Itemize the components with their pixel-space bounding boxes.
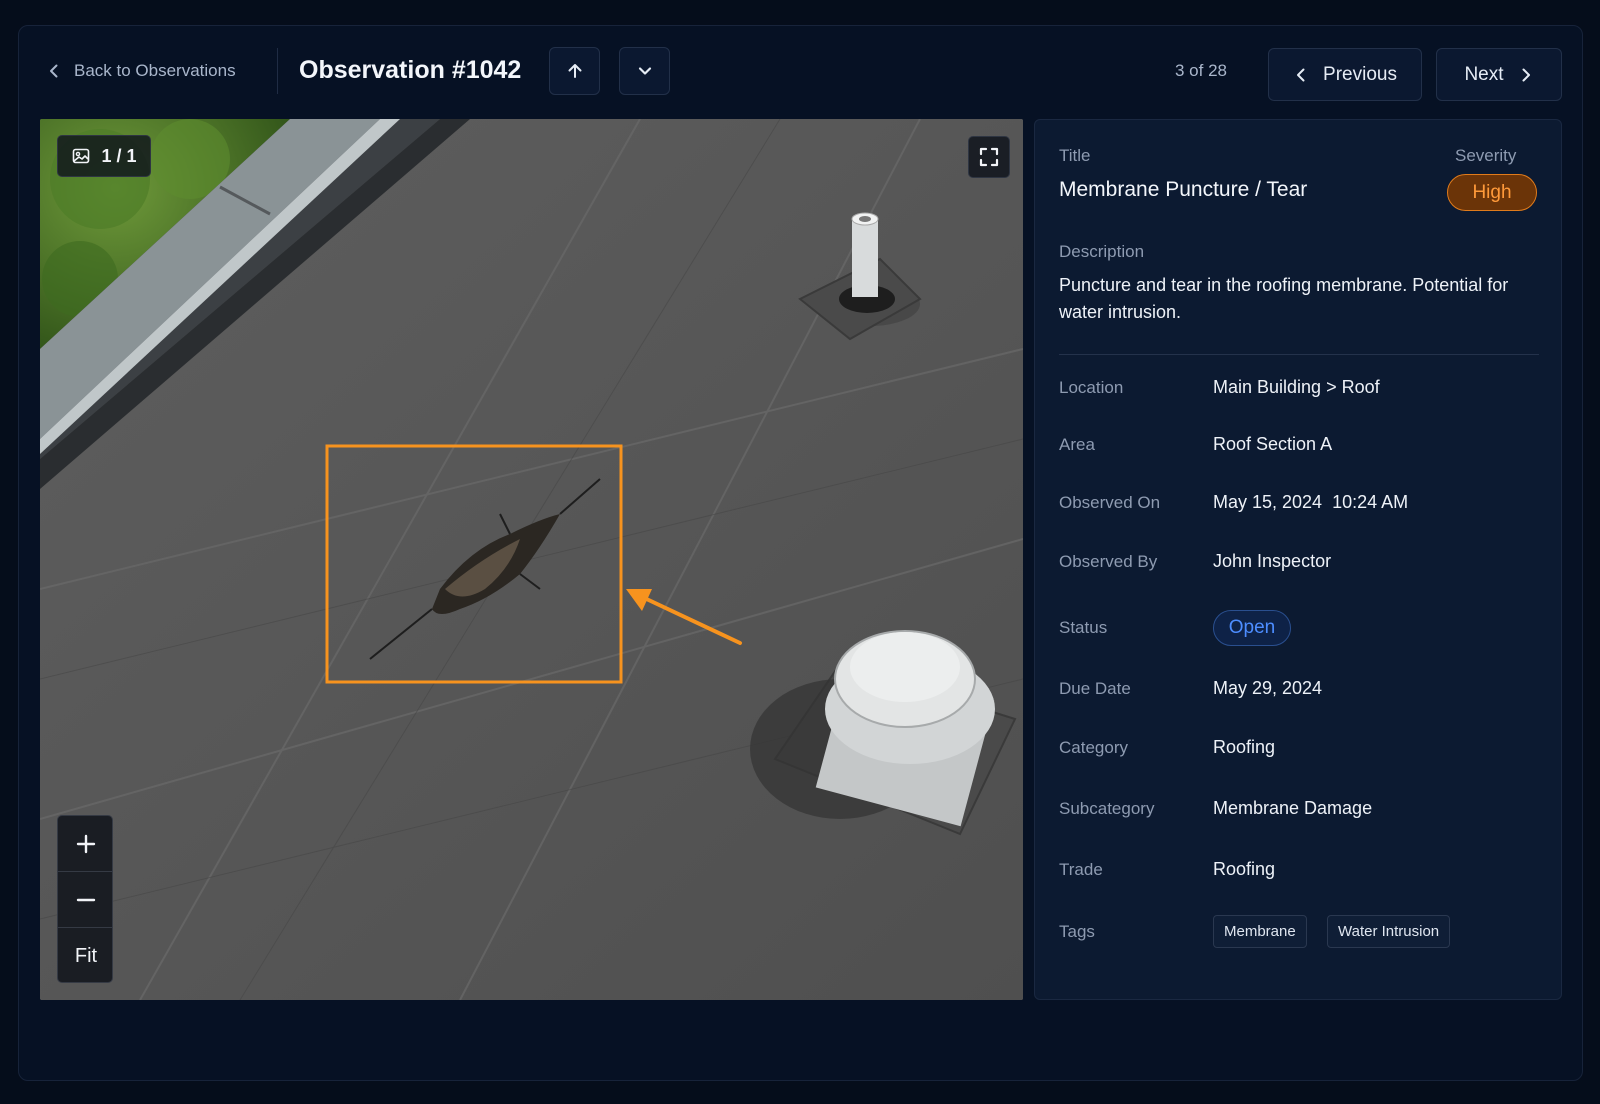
severity-badge: High (1447, 174, 1537, 211)
location-label: Location (1059, 378, 1124, 397)
observation-title: Membrane Puncture / Tear (1059, 178, 1308, 201)
previous-button[interactable]: Previous (1268, 48, 1422, 101)
expand-icon (979, 147, 999, 167)
status-badge: Open (1213, 610, 1291, 646)
observation-detail-panel: Title Membrane Puncture / Tear Severity … (1034, 119, 1562, 1000)
next-button[interactable]: Next (1436, 48, 1562, 101)
chevron-down-icon (638, 67, 651, 75)
due-date-value: May 29, 2024 (1213, 678, 1323, 698)
subcategory-label: Subcategory (1059, 799, 1155, 818)
subcategory-value: Membrane Damage (1213, 798, 1373, 818)
observed-by-value: John Inspector (1213, 551, 1332, 571)
chevron-left-icon (1297, 68, 1305, 81)
image-icon (73, 148, 90, 164)
observation-counter: 3 of 28 (1175, 61, 1227, 80)
fullscreen-button[interactable] (968, 136, 1010, 178)
observed-on-value: May 15, 2024 10:24 AM (1213, 492, 1409, 512)
area-label: Area (1059, 435, 1095, 454)
trade-value: Roofing (1213, 859, 1276, 879)
next-observation-arrow-button[interactable] (619, 47, 670, 95)
image-viewer[interactable]: 1 / 1 Fit (40, 119, 1023, 1000)
plus-icon (76, 834, 96, 853)
zoom-in-button[interactable] (58, 816, 112, 872)
next-button-label: Next (1464, 63, 1504, 85)
zoom-controls: Fit (57, 815, 113, 983)
due-date-label: Due Date (1059, 679, 1131, 698)
description-text: Puncture and tear in the roofing membran… (1059, 275, 1509, 322)
category-value: Roofing (1213, 737, 1276, 757)
status-label: Status (1059, 618, 1108, 637)
title-label: Title (1059, 146, 1091, 165)
minus-icon (76, 898, 96, 901)
chevron-left-icon (50, 64, 58, 78)
back-link-label: Back to Observations (74, 61, 236, 80)
arrow-up-icon (568, 64, 581, 78)
roof-photo (40, 119, 1023, 1000)
area-value: Roof Section A (1213, 434, 1333, 454)
observed-on-label: Observed On (1059, 493, 1161, 512)
tags-label: Tags (1059, 922, 1095, 941)
zoom-out-button[interactable] (58, 872, 112, 928)
observed-by-label: Observed By (1059, 552, 1158, 571)
previous-observation-arrow-button[interactable] (549, 47, 600, 95)
back-to-observations-link[interactable]: Back to Observations (46, 56, 236, 86)
zoom-fit-button[interactable]: Fit (58, 928, 112, 982)
tag-water-intrusion[interactable]: Water Intrusion (1327, 915, 1451, 948)
previous-button-label: Previous (1323, 63, 1397, 85)
header-divider (277, 48, 278, 94)
location-value: Main Building > Roof (1213, 377, 1380, 397)
tag-membrane[interactable]: Membrane (1213, 915, 1307, 948)
image-counter-text: 1 / 1 (101, 145, 137, 166)
trade-label: Trade (1059, 860, 1103, 879)
severity-label: Severity (1455, 146, 1517, 165)
image-counter-badge: 1 / 1 (57, 135, 151, 177)
description-label: Description (1059, 242, 1145, 261)
page-title: Observation #1042 (299, 56, 522, 84)
chevron-right-icon (1522, 68, 1530, 81)
category-label: Category (1059, 738, 1128, 757)
panel-divider (1059, 354, 1539, 355)
